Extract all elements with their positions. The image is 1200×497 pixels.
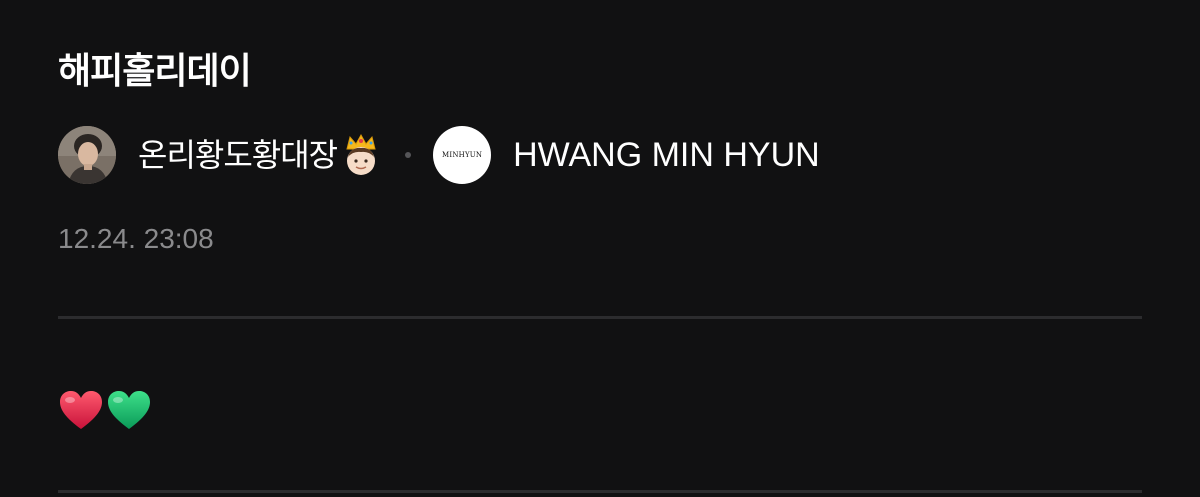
divider-bottom [58,490,1142,493]
author-avatar-image [58,126,116,184]
red-heart-icon [60,391,102,429]
author-avatar[interactable] [58,126,116,184]
separator-dot [405,152,412,158]
channel-name[interactable]: HWANG MIN HYUN [513,135,820,175]
channel-logo[interactable]: MINHYUN [433,126,492,184]
crown-face-emoji-icon [346,133,376,175]
author-row: 온리황도황대장 MINHYUN HWANG MIN HYUN [58,125,820,185]
author-name[interactable]: 온리황도황대장 [138,135,338,175]
post-body [58,386,152,434]
post-timestamp: 12.24. 23:08 [58,223,214,254]
channel-logo-text: MINHYUN [441,151,483,159]
green-heart-icon [108,391,150,429]
post-title: 해피홀리데이 [58,51,252,92]
divider-top [58,316,1142,319]
